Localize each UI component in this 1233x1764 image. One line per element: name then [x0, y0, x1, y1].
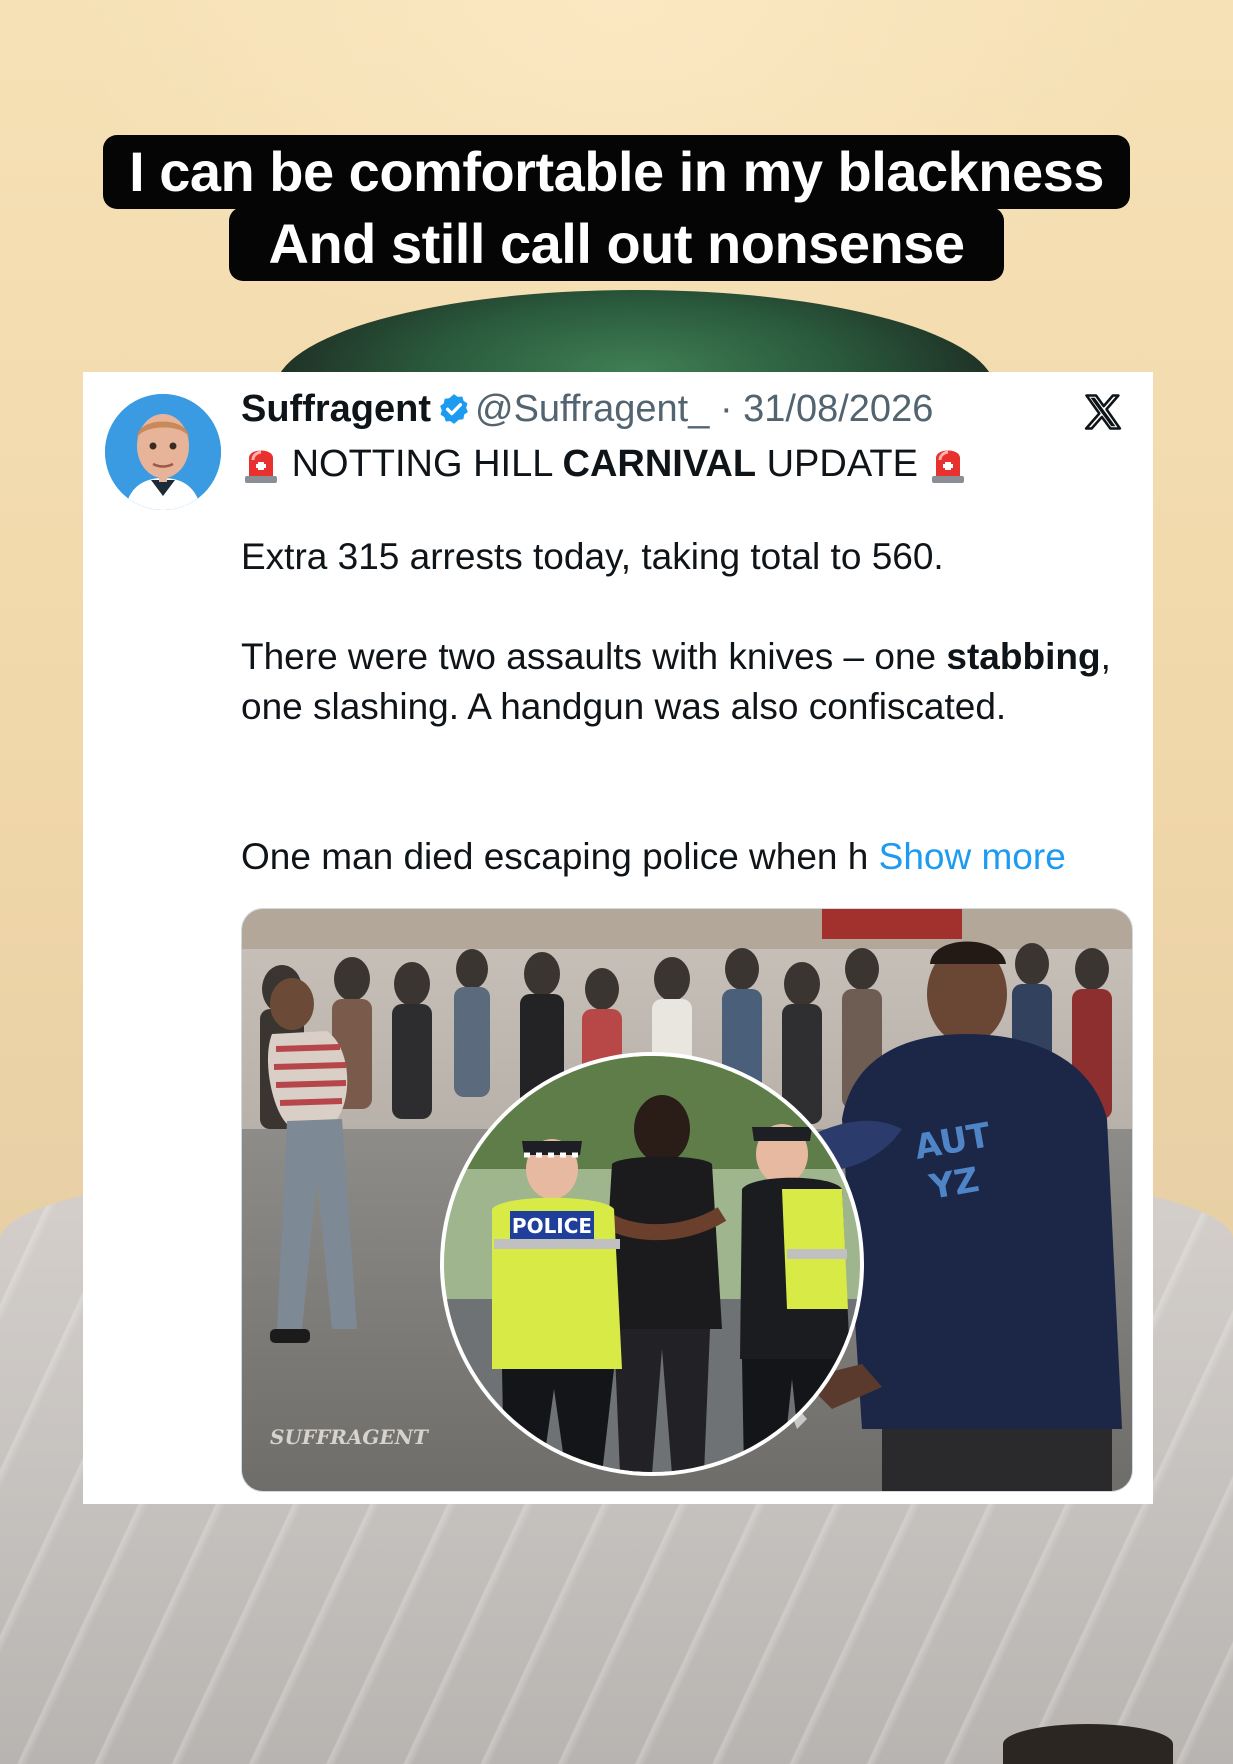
video-caption: I can be comfortable in my blackness And…: [0, 135, 1233, 281]
siren-emoji-icon: [245, 450, 277, 483]
tweet-image[interactable]: AUT YZ POLICE SUFFRAGENT: [241, 908, 1133, 1492]
headline-text-bold: CARNIVAL: [562, 443, 757, 485]
tweet-paragraph-3: One man died escaping police when h Show…: [241, 832, 1066, 882]
show-more-link[interactable]: Show more: [879, 836, 1066, 877]
caption-line-1: I can be comfortable in my blackness: [103, 135, 1130, 209]
tweet-body: Extra 315 arrests today, taking total to…: [241, 532, 1121, 877]
background-shadow: [1003, 1724, 1173, 1764]
paragraph-2-text-1: There were two assaults with knives – on…: [241, 636, 947, 677]
tweet-header: Suffragent @Suffragent_ · 31/08/2026: [241, 386, 933, 432]
headline-text-1: NOTTING HILL: [291, 443, 563, 485]
paragraph-3-text: One man died escaping police when h: [241, 836, 869, 877]
avatar[interactable]: [105, 394, 221, 510]
police-label: POLICE: [512, 1214, 592, 1238]
tweet-paragraph-2: There were two assaults with knives – on…: [241, 632, 1121, 732]
tweet-date[interactable]: · 31/08/2026: [720, 388, 933, 430]
caption-line-2: And still call out nonsense: [228, 207, 1005, 281]
author-handle[interactable]: @Suffragent_: [475, 388, 709, 430]
tweet-headline: NOTTING HILL CARNIVAL UPDATE: [241, 440, 968, 488]
paragraph-2-bold: stabbing: [946, 636, 1101, 677]
verified-badge-icon: [440, 394, 468, 424]
x-logo-icon[interactable]: [1081, 390, 1125, 434]
image-watermark: SUFFRAGENT: [270, 1425, 430, 1449]
tweet-card[interactable]: Suffragent @Suffragent_ · 31/08/2026 NOTT…: [83, 372, 1153, 1504]
author-name[interactable]: Suffragent: [241, 388, 431, 430]
siren-emoji-icon: [932, 450, 965, 483]
headline-text-2: UPDATE: [756, 443, 918, 485]
tweet-paragraph-1: Extra 315 arrests today, taking total to…: [241, 536, 944, 577]
